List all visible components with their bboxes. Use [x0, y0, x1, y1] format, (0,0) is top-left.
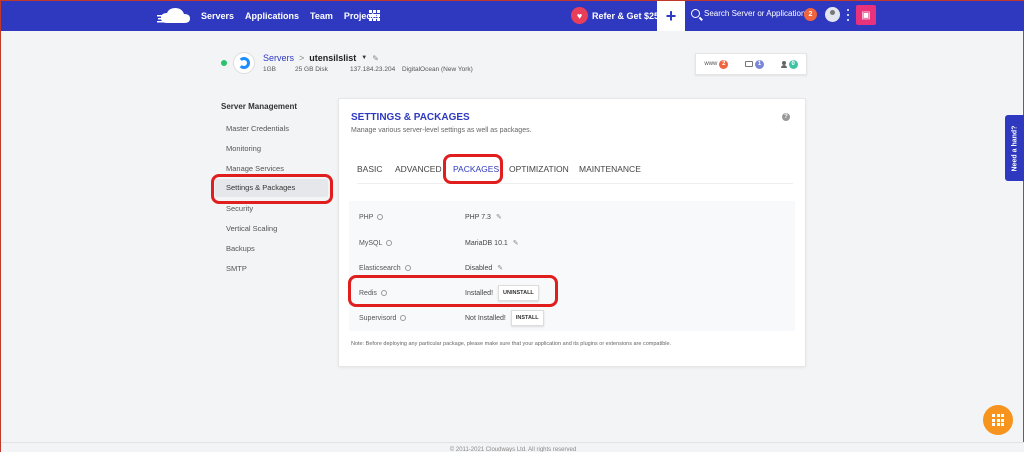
footer: © 2011-2021 Cloudways Ltd. All rights re…: [1, 442, 1024, 452]
info-icon[interactable]: [400, 315, 407, 321]
pencil-icon[interactable]: ✎: [372, 54, 379, 63]
www-label: www: [704, 61, 718, 67]
add-button[interactable]: +: [657, 1, 685, 31]
search-bar[interactable]: Search Server or Application: [691, 9, 805, 18]
server-meta: 1GB 25 GB Disk 137.184.23.204 DigitalOce…: [263, 66, 473, 73]
info-icon[interactable]: [377, 214, 384, 220]
help-icon[interactable]: ?: [782, 113, 790, 121]
notification-badge[interactable]: 2: [804, 8, 817, 21]
need-a-hand-label: Need a hand?: [1011, 125, 1019, 171]
packages-note: Note: Before deploying any particular pa…: [351, 341, 672, 347]
server-provider: DigitalOcean (New York): [402, 66, 473, 73]
tab-advanced[interactable]: ADVANCED: [395, 164, 442, 174]
apps-grid-icon[interactable]: [369, 10, 380, 21]
server-stats: www 2 1 0: [695, 53, 807, 75]
package-name: Elasticsearch: [359, 264, 401, 272]
folder-icon: [744, 61, 753, 67]
nav-applications[interactable]: Applications: [245, 11, 299, 21]
stat-files[interactable]: 1: [744, 59, 764, 69]
breadcrumb-separator: >: [299, 53, 305, 63]
www-count-badge: 2: [719, 59, 729, 69]
package-name: Supervisord: [359, 314, 397, 322]
tab-maintenance[interactable]: MAINTENANCE: [579, 164, 641, 174]
digitalocean-logo-icon: [233, 52, 255, 74]
info-icon[interactable]: [386, 240, 393, 246]
tab-optimization[interactable]: OPTIMIZATION: [509, 164, 569, 174]
refer-label: Refer & Get $25: [592, 10, 660, 21]
pencil-icon[interactable]: ✎: [496, 213, 502, 221]
sidebar-item-security[interactable]: Security: [226, 204, 253, 213]
sidebar-item-backups[interactable]: Backups: [226, 244, 255, 253]
more-vertical-icon[interactable]: [847, 9, 850, 21]
sidebar-item-smtp[interactable]: SMTP: [226, 264, 247, 273]
caret-down-icon[interactable]: ▼: [361, 55, 367, 61]
package-row-mysql: MySQL MariaDB 10.1 ✎: [359, 239, 519, 248]
users-count-badge: 0: [788, 59, 798, 69]
card-subtitle: Manage various server-level settings as …: [351, 127, 532, 134]
user-icon: [780, 60, 787, 68]
server-status-dot: [221, 60, 227, 66]
highlight-redis-row: [348, 275, 558, 307]
sidebar-title: Server Management: [221, 102, 298, 111]
info-icon[interactable]: [404, 265, 411, 271]
highlight-packages-tab: [443, 154, 503, 184]
main-nav: Servers Applications Team Projects: [201, 1, 379, 31]
breadcrumb-servers[interactable]: Servers: [263, 53, 294, 63]
server-ip: 137.184.23.204: [350, 66, 396, 73]
heart-icon: ♥: [571, 7, 588, 24]
search-icon: [691, 9, 700, 18]
settings-packages-card: SETTINGS & PACKAGES Manage various serve…: [338, 98, 806, 367]
sidebar-item-vertical-scaling[interactable]: Vertical Scaling: [226, 224, 277, 233]
quick-menu-grid-icon[interactable]: [983, 405, 1013, 435]
nav-team[interactable]: Team: [310, 11, 333, 21]
packages-panel: PHP PHP 7.3 ✎ MySQL MariaDB 10.1 ✎ Elastic…: [349, 201, 795, 331]
files-count-badge: 1: [754, 59, 764, 69]
package-name: MySQL: [359, 239, 383, 247]
stat-www[interactable]: www 2: [704, 59, 729, 69]
highlight-settings-packages: [211, 174, 333, 204]
package-row-elasticsearch: Elasticsearch Disabled ✎: [359, 264, 503, 273]
sidebar-item-manage-services[interactable]: Manage Services: [226, 164, 284, 173]
cloudways-logo-icon[interactable]: [157, 6, 193, 26]
server-ram: 1GB: [263, 66, 277, 73]
package-name: PHP: [359, 213, 374, 221]
tab-basic[interactable]: BASIC: [357, 164, 383, 174]
package-row-supervisord: Supervisord Not Installed! INSTALL: [359, 310, 544, 326]
refer-button[interactable]: ♥ Refer & Get $25: [571, 7, 659, 24]
tabs-divider: [357, 183, 793, 184]
pencil-icon[interactable]: ✎: [497, 264, 503, 272]
package-value: MariaDB 10.1: [465, 239, 508, 247]
need-a-hand-button[interactable]: Need a hand?: [1005, 115, 1024, 181]
install-button[interactable]: INSTALL: [510, 310, 544, 326]
package-value: PHP 7.3: [465, 213, 491, 221]
user-avatar-icon[interactable]: [825, 7, 840, 22]
nav-servers[interactable]: Servers: [201, 11, 234, 21]
card-title: SETTINGS & PACKAGES: [351, 112, 470, 123]
package-row-php: PHP PHP 7.3 ✎: [359, 213, 502, 222]
sidebar-item-monitoring[interactable]: Monitoring: [226, 144, 261, 153]
stat-users[interactable]: 0: [780, 59, 798, 69]
package-value: Disabled: [465, 264, 493, 272]
server-disk: 25 GB Disk: [295, 66, 328, 73]
gift-icon[interactable]: ▣: [856, 5, 876, 25]
breadcrumb: Servers > utensilslist ▼ ✎: [263, 53, 379, 63]
server-name: utensilslist: [309, 53, 357, 63]
top-navbar: Servers Applications Team Projects ♥ Ref…: [1, 1, 1024, 31]
sidebar-item-master-credentials[interactable]: Master Credentials: [226, 124, 289, 133]
search-input[interactable]: Search Server or Application: [704, 9, 805, 18]
package-value: Not Installed!: [465, 314, 506, 322]
pencil-icon[interactable]: ✎: [513, 239, 519, 247]
